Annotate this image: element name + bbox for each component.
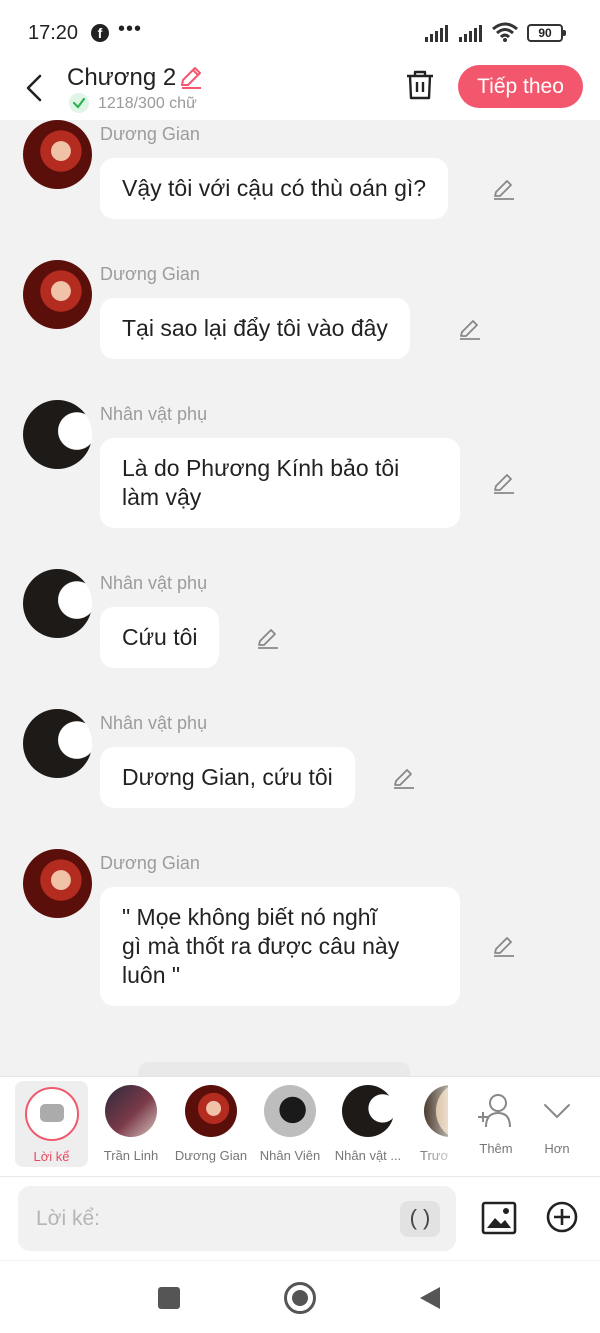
avatar[interactable] [23,260,92,329]
message-bubble[interactable]: Cứu tôi [100,607,220,668]
character-label: Dương Gian [174,1148,248,1163]
narration-input[interactable]: Lời kể: [18,1186,456,1251]
more-label: Hơn [544,1141,570,1156]
edit-title-icon[interactable] [178,64,204,90]
avatar [185,1085,237,1137]
message-line: luôn " [122,962,181,988]
narrator-avatar [25,1087,79,1141]
message-bubble[interactable]: Dương Gian, cứu tôi [100,747,355,808]
app-header: Chương 2 1218/300 chữ Tiếp theo [0,64,600,120]
status-bar: 17:20 f ••• 90 [0,0,600,64]
character-tran-linh[interactable]: Trần Linh [91,1085,171,1163]
speaker-name: Nhân vật phụ [100,713,208,733]
edit-message-icon[interactable] [492,935,516,959]
signal-icon [425,25,448,42]
system-nav-bar [0,1261,600,1333]
chapter-title: Chương 2 [67,64,177,91]
more-notifications-icon: ••• [118,18,143,40]
character-label: Nhân Viên [259,1148,321,1163]
signal-icon [459,25,482,42]
recents-icon[interactable] [158,1287,180,1309]
battery-indicator: 90 [527,24,566,42]
message-bubble[interactable]: Tại sao lại đẩy tôi vào đây [100,298,410,359]
character-nhan-vien[interactable]: Nhân Viên [250,1085,330,1163]
parenthesis-button[interactable]: ( ) [400,1201,440,1237]
status-time: 17:20 [28,22,79,44]
trash-icon[interactable] [404,68,436,102]
narrator-label: Lời kể [33,1149,70,1164]
character-duong-gian[interactable]: Dương Gian [171,1085,251,1163]
avatar[interactable] [23,569,92,638]
word-count: 1218/300 chữ [98,95,197,112]
character-nhan-vat-phu[interactable]: Nhân vật ... [328,1085,408,1163]
speaker-name: Dương Gian [100,264,200,284]
narration-icon [40,1104,64,1122]
home-icon[interactable] [284,1282,316,1314]
add-icon[interactable] [545,1200,579,1234]
wifi-icon [492,22,518,42]
facebook-icon: f [91,24,109,42]
add-person-icon [478,1094,511,1128]
back-icon[interactable] [22,70,46,106]
message-line: làm vậy [122,484,202,510]
avatar[interactable] [23,709,92,778]
speaker-name: Nhân vật phụ [100,573,208,593]
next-button[interactable]: Tiếp theo [458,65,583,108]
speaker-name: Nhân vật phụ [100,404,208,424]
avatar[interactable] [23,400,92,469]
avatar [105,1085,157,1137]
speaker-name: Dương Gian [100,124,200,144]
edit-message-icon[interactable] [492,178,516,202]
avatar[interactable] [23,849,92,918]
character-label: Nhân vật ... [334,1148,402,1163]
input-bar: Lời kể: ( ) [0,1176,600,1260]
edit-message-icon[interactable] [256,627,280,651]
message-bubble[interactable]: Vậy tôi với cậu có thù oán gì? [100,158,449,219]
narrator-button[interactable]: Lời kể [15,1081,88,1167]
avatar [342,1085,394,1137]
character-label: Trần Linh [103,1148,159,1163]
edit-message-icon[interactable] [392,767,416,791]
message-line: gì mà thốt ra được câu này [122,933,400,959]
home-dot [292,1290,308,1306]
character-selector: Lời kể Trần Linh Dương Gian Nhân Viên Nh… [0,1076,600,1177]
avatar[interactable] [23,120,92,189]
message-line: Là do Phương Kính bảo tôi [122,455,400,481]
avatar [264,1085,316,1137]
more-button[interactable]: Hơn [517,1085,597,1156]
message-bubble[interactable]: " Mọe không biết nó nghĩ gì mà thốt ra đ… [100,887,460,1006]
speaker-name: Dương Gian [100,853,200,873]
edit-message-icon[interactable] [458,318,482,342]
message-line: " Mọe không biết nó nghĩ [122,904,377,930]
chevron-down-icon [544,1104,570,1119]
image-icon[interactable] [481,1200,517,1236]
message-bubble[interactable]: Là do Phương Kính bảo tôi làm vậy [100,438,460,528]
edit-message-icon[interactable] [492,472,516,496]
check-icon [69,93,89,113]
back-nav-icon[interactable] [418,1285,442,1311]
